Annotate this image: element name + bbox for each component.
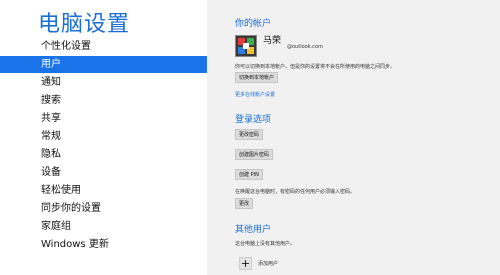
account-description: 你可以切换到本地帐户，但是你的设置将不会在所使用的电脑之间同步。 xyxy=(235,64,396,70)
change-wake-policy-button[interactable]: 更改 xyxy=(235,198,254,209)
create-pin-button[interactable]: 创建 PIN xyxy=(235,169,263,180)
section-title-your-account: 你的帐户 xyxy=(235,19,272,29)
nav-item-7[interactable]: 设备 xyxy=(0,164,207,181)
user-name: 马荣 xyxy=(263,36,282,46)
app-title: 电脑设置 xyxy=(38,12,131,37)
nav-item-0[interactable]: 个性化设置 xyxy=(0,38,207,55)
other-users-description: 这台电脑上没有其他用户。 xyxy=(235,241,296,247)
nav-item-10[interactable]: 家庭组 xyxy=(0,218,207,235)
wake-password-description: 在唤醒这台电脑时，有密码的任何用户必须输入密码。 xyxy=(235,189,356,195)
nav-item-8[interactable]: 轻松使用 xyxy=(0,182,207,199)
nav-item-4[interactable]: 共享 xyxy=(0,110,207,127)
add-user-button[interactable]: + xyxy=(239,257,252,270)
user-avatar xyxy=(235,35,257,57)
section-title-signin-options: 登录选项 xyxy=(235,115,272,125)
avatar-icon xyxy=(236,36,256,56)
section-title-other-users: 其他用户 xyxy=(235,225,272,235)
nav-pane: 电脑设置 个性化设置 用户 通知 搜索 共享 常规 隐私 设备 轻松使用 同步你的设置 家庭组 Win… xyxy=(0,0,207,275)
change-password-button[interactable]: 更改密码 xyxy=(235,129,264,140)
nav-item-1[interactable]: 用户 xyxy=(0,56,207,73)
nav-item-9[interactable]: 同步你的设置 xyxy=(0,200,207,217)
nav-item-11[interactable]: Windows 更新 xyxy=(0,236,207,253)
nav-item-6[interactable]: 隐私 xyxy=(0,146,207,163)
nav-item-2[interactable]: 通知 xyxy=(0,74,207,91)
nav-item-5[interactable]: 常规 xyxy=(0,128,207,145)
plus-icon: + xyxy=(240,257,251,270)
switch-local-account-button[interactable]: 切换到本地帐户 xyxy=(235,72,279,83)
add-user-label: 添加用户 xyxy=(258,261,279,267)
more-account-settings-link[interactable]: 更多在线帐户设置 xyxy=(235,91,275,98)
create-picture-password-button[interactable]: 创建图片密码 xyxy=(235,149,274,160)
nav-item-3[interactable]: 搜索 xyxy=(0,92,207,109)
user-email: @outlook.com xyxy=(287,44,323,50)
